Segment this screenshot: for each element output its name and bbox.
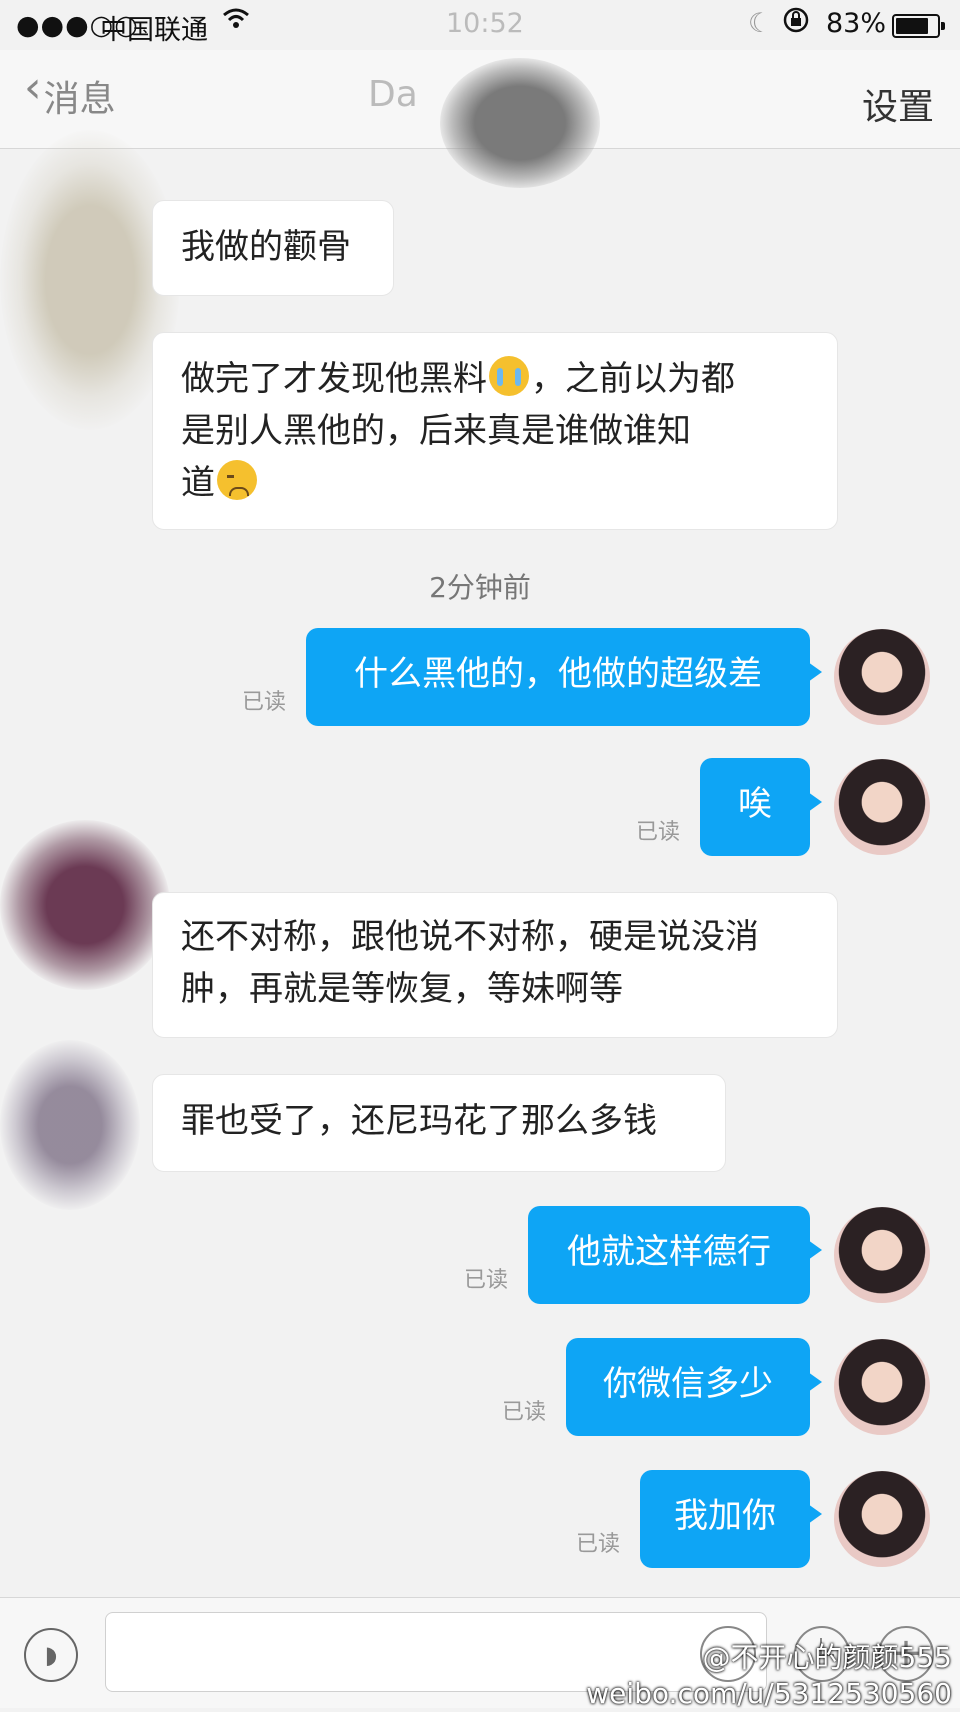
avatar[interactable] bbox=[834, 759, 930, 855]
message-bubble-incoming: 罪也受了，还尼玛花了那么多钱 bbox=[152, 1074, 726, 1172]
message-text: 道 bbox=[181, 457, 811, 509]
moon-icon: ☾ bbox=[748, 8, 773, 39]
redaction-scribble bbox=[440, 58, 600, 188]
chevron-left-icon: ‹ bbox=[24, 62, 42, 113]
message-bubble-outgoing: 他就这样德行 bbox=[528, 1206, 822, 1304]
message-bubble-incoming: 还不对称，跟他说不对称，硬是说没消 肿，再就是等恢复，等妹啊等 bbox=[152, 892, 838, 1038]
read-receipt: 已读 bbox=[464, 1268, 509, 1293]
chat-title: Da bbox=[368, 74, 418, 115]
redaction-scribble bbox=[0, 820, 170, 990]
read-receipt: 已读 bbox=[576, 1532, 621, 1557]
wifi-icon bbox=[222, 6, 250, 37]
message-text: 我做的颧骨 bbox=[181, 227, 351, 267]
message-bubble-outgoing: 你微信多少 bbox=[566, 1338, 822, 1436]
message-text: 是别人黑他的，后来真是谁做谁知 bbox=[181, 411, 691, 451]
avatar[interactable] bbox=[834, 629, 930, 725]
crying-face-emoji-icon bbox=[489, 356, 529, 396]
nav-bar: ‹消息 Da 设置 bbox=[0, 50, 960, 188]
battery-percent: 83% bbox=[826, 8, 887, 39]
message-text: 什么黑他的，他做的超级差 bbox=[354, 654, 762, 694]
back-button[interactable]: ‹消息 bbox=[24, 62, 116, 122]
message-text: 你微信多少 bbox=[603, 1364, 773, 1404]
back-label: 消息 bbox=[43, 79, 116, 120]
message-bubble-outgoing: 我加你 bbox=[640, 1470, 822, 1568]
message-text: 他就这样德行 bbox=[567, 1232, 771, 1272]
message-bubble-incoming: 我做的颧骨 bbox=[152, 200, 394, 296]
message-text: 肿，再就是等恢复，等妹啊等 bbox=[181, 969, 623, 1009]
message-bubble-outgoing: 唉 bbox=[700, 758, 822, 856]
message-text: 罪也受了，还尼玛花了那么多钱 bbox=[181, 1101, 657, 1141]
message-text: 我加你 bbox=[674, 1496, 776, 1536]
voice-input-icon[interactable]: ◗ bbox=[24, 1628, 78, 1682]
disappointed-face-emoji-icon bbox=[217, 460, 257, 500]
avatar[interactable] bbox=[834, 1471, 930, 1567]
message-text: 还不对称，跟他说不对称，硬是说没消 bbox=[181, 917, 759, 957]
watermark: @不开心的颜颜555 weibo.com/u/5312530560 bbox=[586, 1640, 952, 1712]
read-receipt: 已读 bbox=[242, 690, 287, 715]
avatar[interactable] bbox=[834, 1207, 930, 1303]
avatar[interactable] bbox=[834, 1339, 930, 1435]
message-bubble-incoming: 做完了才发现他黑料 ，之前以为都 是别人黑他的，后来真是谁做谁知 道 bbox=[152, 332, 838, 530]
message-text: 唉 bbox=[738, 784, 772, 824]
clock: 10:52 bbox=[446, 8, 524, 39]
read-receipt: 已读 bbox=[502, 1400, 547, 1425]
status-bar: ●●●○○ 中国联通 10:52 ☾ 83% bbox=[0, 0, 960, 50]
rotation-lock-icon bbox=[782, 6, 810, 41]
watermark-handle: @不开心的颜颜555 bbox=[702, 1641, 952, 1674]
carrier-name: 中国联通 bbox=[100, 15, 208, 46]
message-text: 做完了才发现他黑料 ，之前以为都 bbox=[181, 353, 811, 405]
settings-button[interactable]: 设置 bbox=[862, 78, 934, 130]
message-bubble-outgoing: 什么黑他的，他做的超级差 bbox=[306, 628, 822, 726]
battery-icon bbox=[892, 14, 945, 38]
redaction-scribble bbox=[0, 1040, 140, 1210]
message-timestamp: 2分钟前 bbox=[429, 571, 531, 604]
read-receipt: 已读 bbox=[636, 820, 681, 845]
